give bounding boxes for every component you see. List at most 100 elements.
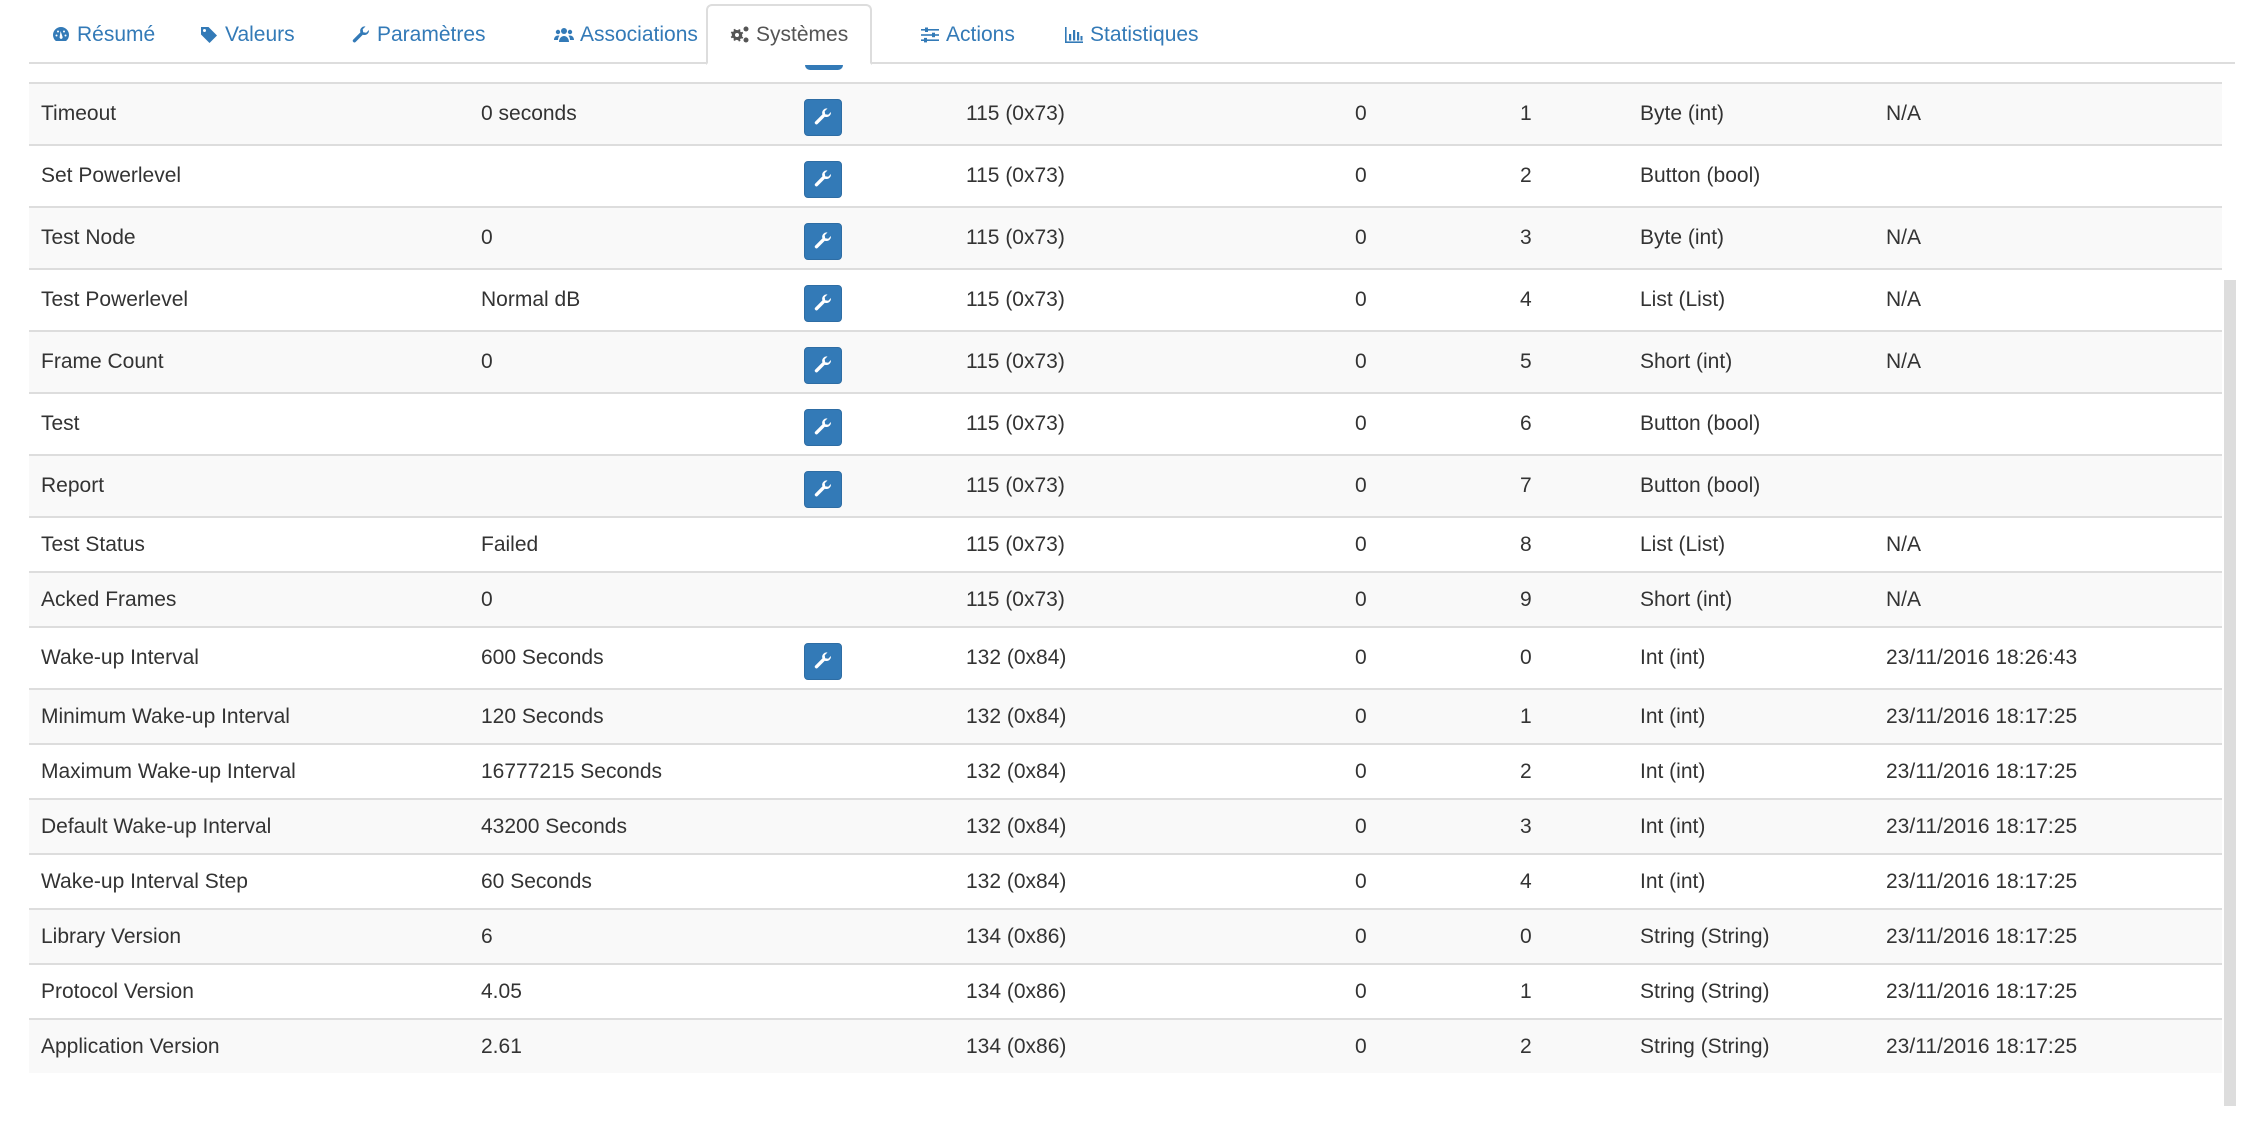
cell-instance: 0 — [1355, 532, 1367, 556]
cell-instance: 0 — [1355, 979, 1367, 1003]
edit-value-button[interactable] — [804, 346, 842, 384]
cell-name: Minimum Wake-up Interval — [41, 704, 290, 728]
cell-action — [804, 628, 842, 688]
cell-type: Byte (int) — [1640, 226, 1725, 249]
cell-index: 0 — [1520, 924, 1532, 948]
cell-instance: 0 — [1355, 759, 1367, 783]
cell-class: 115 (0x73) — [966, 226, 1065, 249]
cell-type: Button (bool) — [1640, 412, 1761, 435]
cell-value: 16777215 Seconds — [481, 759, 662, 783]
cell-name: Maximum Wake-up Interval — [41, 759, 296, 783]
tab-statistiques[interactable]: Statistiques — [1042, 4, 1221, 65]
cell-name: Protocol Version — [41, 979, 194, 1003]
cell-updated: 23/11/2016 18:17:25 — [1886, 1034, 2078, 1058]
cell-name: Test Powerlevel — [41, 288, 189, 311]
cell-index: 1 — [1520, 979, 1532, 1003]
cell-class: 115 (0x73) — [966, 587, 1065, 611]
cell-class: 115 (0x73) — [966, 474, 1065, 497]
table-row: Timeout 0 seconds 115 (0x73) 0 1 Byte (i… — [29, 82, 2222, 144]
cell-action — [804, 270, 842, 330]
cell-value: 43200 Seconds — [481, 814, 627, 838]
cell-value: 120 Seconds — [481, 704, 604, 728]
cogs-icon — [730, 26, 749, 42]
tab-valeurs[interactable]: Valeurs — [177, 4, 317, 65]
edit-value-button[interactable] — [804, 642, 842, 680]
cell-class: 115 (0x73) — [966, 288, 1065, 311]
cell-value: 2.61 — [481, 1034, 522, 1058]
cell-type: List (List) — [1640, 532, 1726, 556]
cell-instance: 0 — [1355, 704, 1367, 728]
cell-class: 132 (0x84) — [966, 759, 1067, 783]
edit-value-button[interactable] — [804, 284, 842, 322]
table-row: Test 115 (0x73) 0 6 Button (bool) — [29, 392, 2222, 454]
cell-name: Default Wake-up Interval — [41, 814, 272, 838]
cell-index: 5 — [1520, 350, 1532, 373]
cell-updated: 23/11/2016 18:17:25 — [1886, 869, 2078, 893]
cell-class: 132 (0x84) — [966, 704, 1067, 728]
table-row: Maximum Wake-up Interval 16777215 Second… — [29, 743, 2222, 798]
cell-class: 132 (0x84) — [966, 646, 1067, 669]
cell-action — [804, 394, 842, 454]
cell-name: Wake-up Interval Step — [41, 869, 248, 893]
cell-index: 2 — [1520, 759, 1532, 783]
tab-resume[interactable]: Résumé — [29, 4, 177, 65]
cell-name: Test Status — [41, 532, 145, 556]
tab-parametres[interactable]: Paramètres — [329, 4, 508, 65]
cell-class: 115 (0x73) — [966, 412, 1065, 435]
wrench-icon — [814, 652, 832, 669]
cell-type: Int (int) — [1640, 869, 1706, 893]
cell-index: 8 — [1520, 532, 1532, 556]
cell-instance: 0 — [1355, 164, 1367, 187]
cell-index: 2 — [1520, 164, 1532, 187]
tab-actions[interactable]: Actions — [898, 4, 1037, 65]
cell-value: 4.05 — [481, 979, 522, 1003]
wrench-icon — [814, 108, 832, 125]
cell-instance: 0 — [1355, 102, 1367, 125]
bar-chart-icon — [1065, 26, 1083, 43]
tab-label: Résumé — [77, 22, 156, 46]
edit-value-button[interactable] — [804, 408, 842, 446]
edit-value-button[interactable] — [804, 98, 842, 136]
cell-updated: 23/11/2016 18:17:25 — [1886, 924, 2078, 948]
table-row: Wake-up Interval 600 Seconds 132 (0x84) … — [29, 626, 2222, 688]
table-row: Test Powerlevel Normal dB 115 (0x73) 0 4… — [29, 268, 2222, 330]
tab-systemes[interactable]: Systèmes — [706, 4, 873, 65]
cell-updated: N/A — [1886, 350, 1922, 373]
cell-index: 4 — [1520, 288, 1532, 311]
tab-associations[interactable]: Associations — [532, 4, 720, 65]
cell-instance: 0 — [1355, 869, 1367, 893]
cell-instance: 0 — [1355, 587, 1367, 611]
scrollbar[interactable] — [2224, 280, 2236, 1106]
cell-index: 4 — [1520, 869, 1532, 893]
cell-name: Wake-up Interval — [41, 646, 199, 669]
edit-value-button[interactable] — [804, 470, 842, 508]
tab-bar: Résumé Valeurs Paramètres Associations S… — [29, 0, 2235, 65]
sliders-icon — [921, 27, 939, 42]
wrench-icon — [814, 356, 832, 373]
cell-name: Test — [41, 412, 80, 435]
cell-value: 60 Seconds — [481, 869, 592, 893]
edit-value-button[interactable] — [804, 160, 842, 198]
cell-action — [804, 456, 842, 516]
table-row: Default Wake-up Interval 43200 Seconds 1… — [29, 798, 2222, 853]
tab-label: Paramètres — [377, 22, 486, 46]
cell-updated: N/A — [1886, 226, 1922, 249]
cell-type: Short (int) — [1640, 350, 1733, 373]
table-row: Application Version 2.61 134 (0x86) 0 2 … — [29, 1018, 2222, 1073]
table-row: Test Status Failed 115 (0x73) 0 8 List (… — [29, 516, 2222, 571]
table-row: Minimum Wake-up Interval 120 Seconds 132… — [29, 688, 2222, 743]
edit-value-button[interactable] — [804, 222, 842, 260]
cell-updated: 23/11/2016 18:17:25 — [1886, 814, 2078, 838]
cell-updated: N/A — [1886, 288, 1922, 311]
tab-label: Actions — [946, 22, 1015, 46]
cell-name: Test Node — [41, 226, 136, 249]
cell-name: Application Version — [41, 1034, 220, 1058]
cell-instance: 0 — [1355, 412, 1367, 435]
cell-class: 115 (0x73) — [966, 164, 1065, 187]
cell-class: 115 (0x73) — [966, 532, 1065, 556]
users-icon — [554, 27, 574, 42]
cell-class: 134 (0x86) — [966, 979, 1067, 1003]
cell-type: Int (int) — [1640, 814, 1706, 838]
cell-index: 7 — [1520, 474, 1532, 497]
cell-index: 0 — [1520, 646, 1532, 669]
